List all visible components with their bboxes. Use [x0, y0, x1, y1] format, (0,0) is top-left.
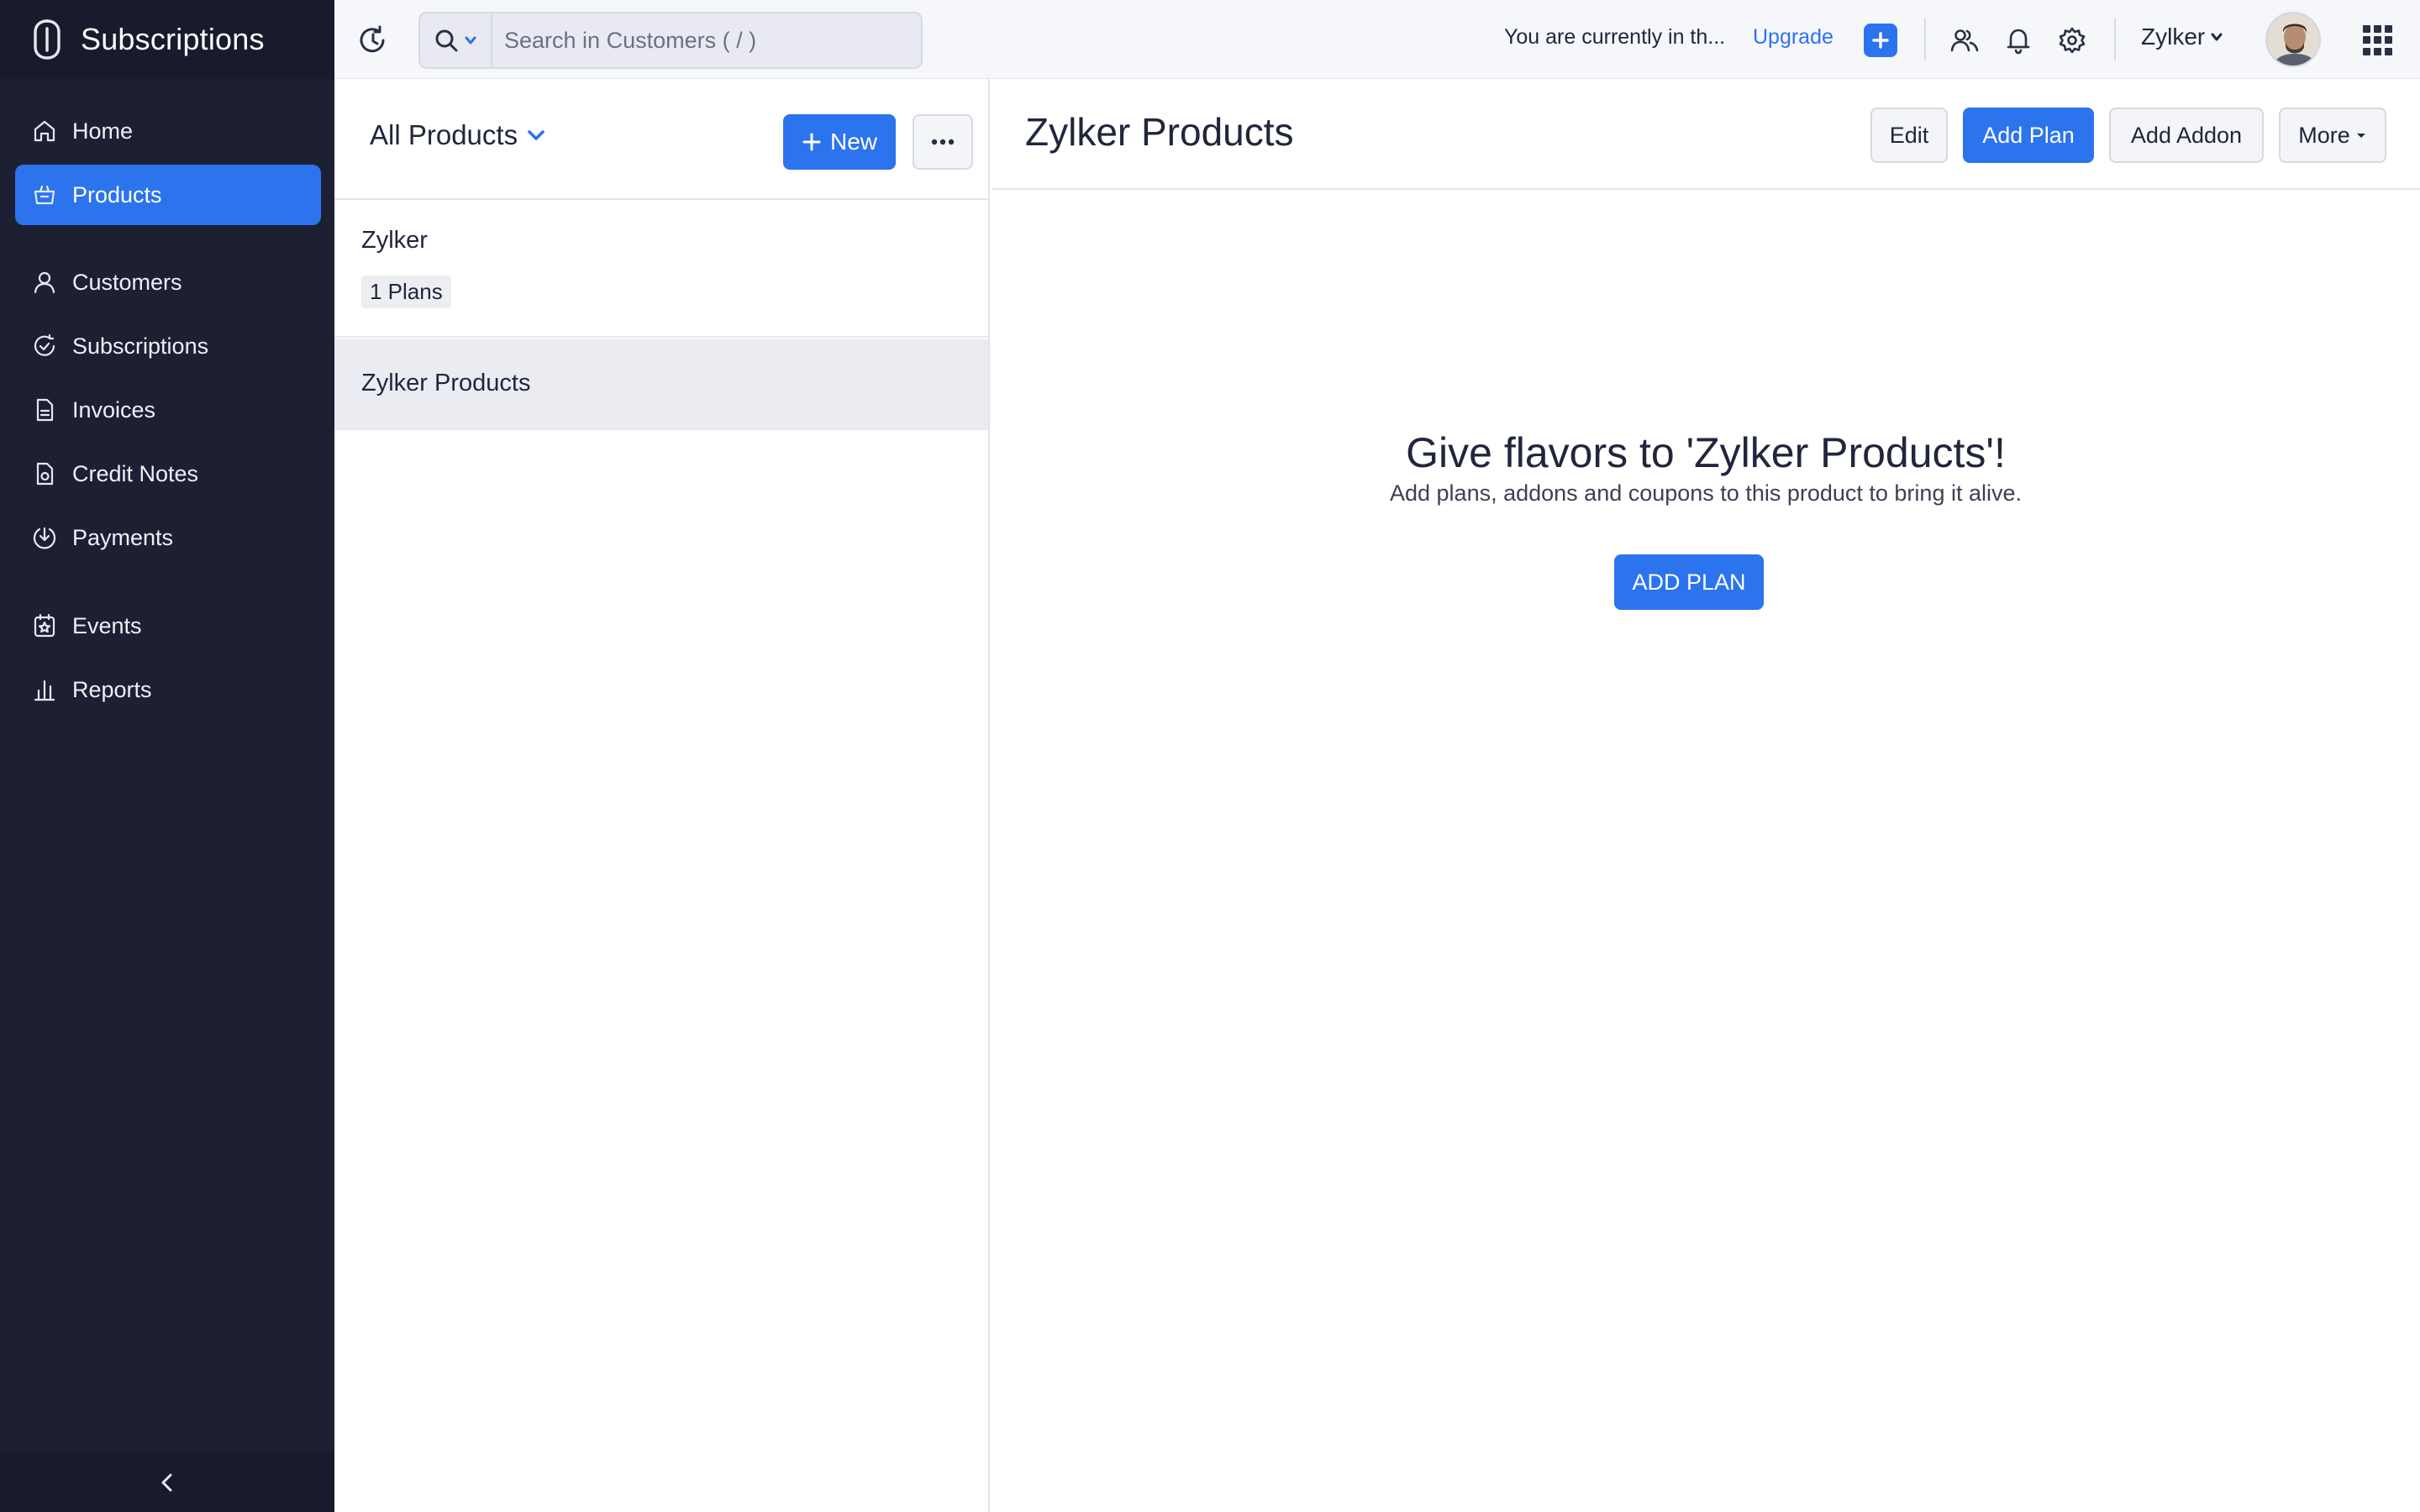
search-icon: [435, 29, 458, 52]
subscription-cycle-icon: [30, 332, 59, 360]
product-name: Zylker Products: [361, 370, 531, 396]
plus-icon: [802, 133, 821, 151]
sidebar-item-label: Events: [72, 612, 142, 638]
sidebar-item-label: Reports: [72, 676, 152, 702]
upgrade-link[interactable]: Upgrade: [1753, 25, 1833, 50]
caret-down-icon: [2356, 134, 2365, 138]
subscriptions-logo-icon: [34, 19, 60, 60]
sidebar-item-label: Subscriptions: [72, 333, 209, 359]
sidebar-collapse-button[interactable]: [0, 1453, 334, 1512]
add-addon-button-label: Add Addon: [2130, 122, 2243, 148]
trial-status-text: You are currently in th...: [1504, 25, 1726, 49]
product-name: Zylker: [361, 227, 428, 254]
detail-header: Zylker Products Edit Add Plan Add Addon …: [992, 79, 2420, 190]
brand[interactable]: Subscriptions: [0, 0, 334, 79]
add-addon-button[interactable]: Add Addon: [2109, 108, 2264, 163]
sidebar-item-label: Customers: [72, 269, 182, 295]
payment-download-icon: [30, 523, 59, 552]
notifications-button[interactable]: [2002, 24, 2035, 57]
new-product-button[interactable]: New: [783, 114, 896, 170]
avatar[interactable]: [2265, 12, 2321, 67]
grid-dot: [2363, 36, 2370, 45]
plans-count-badge: 1 Plans: [361, 276, 451, 308]
gear-icon: [2059, 27, 2086, 54]
chevron-left-icon: [161, 1473, 172, 1492]
user-icon: [30, 268, 59, 297]
search-scope-dropdown[interactable]: [420, 13, 492, 67]
empty-state-subtitle: Add plans, addons and coupons to this pr…: [1390, 480, 2022, 506]
more-menu-button[interactable]: More: [2279, 108, 2386, 163]
chevron-down-icon: [2211, 33, 2223, 41]
app-name: Subscriptions: [81, 22, 265, 56]
settings-button[interactable]: [2055, 24, 2089, 57]
view-selector[interactable]: All Products: [370, 119, 546, 151]
search-input[interactable]: [492, 13, 921, 67]
sidebar-item-label: Credit Notes: [72, 460, 199, 486]
list-header: All Products New: [334, 79, 990, 200]
products-list-pane: All Products New Zylker 1 Plans Zylker P…: [334, 79, 990, 1512]
chevron-down-icon: [528, 130, 544, 140]
empty-state-cta-label: ADD PLAN: [1632, 569, 1746, 595]
sidebar-item-home[interactable]: Home: [15, 101, 321, 161]
list-item[interactable]: Zylker Products: [334, 339, 988, 430]
chevron-down-icon: [465, 36, 476, 45]
edit-button-label: Edit: [1889, 122, 1929, 148]
sidebar-item-label: Home: [72, 118, 134, 144]
divider: [1924, 18, 1926, 60]
home-icon: [30, 117, 59, 145]
grid-dot: [2385, 25, 2392, 33]
plus-icon: [1872, 32, 1889, 49]
view-title: All Products: [370, 119, 518, 150]
recent-history-button[interactable]: [356, 24, 390, 57]
top-bar: You are currently in th... Upgrade Zylke…: [334, 0, 2420, 79]
sidebar-item-invoices[interactable]: Invoices: [15, 380, 321, 440]
sidebar-item-label: Products: [72, 181, 162, 207]
grid-dot: [2363, 25, 2370, 33]
add-plan-button-label: Add Plan: [1982, 122, 2075, 148]
basket-icon: [30, 181, 59, 209]
events-calendar-icon: [30, 612, 59, 640]
sidebar-item-customers[interactable]: Customers: [15, 252, 321, 312]
empty-state-add-plan-button[interactable]: ADD PLAN: [1614, 554, 1764, 610]
search-bar: [418, 12, 923, 69]
document-icon: [30, 396, 59, 424]
list-item[interactable]: Zylker 1 Plans: [334, 200, 988, 338]
sidebar-item-subscriptions[interactable]: Subscriptions: [15, 316, 321, 376]
grid-dot: [2374, 47, 2381, 55]
divider: [2114, 18, 2116, 60]
empty-state-title: Give flavors to 'Zylker Products'!: [1406, 429, 2006, 476]
grid-dot: [2385, 47, 2392, 55]
sidebar-item-products[interactable]: Products: [15, 165, 321, 225]
grid-dot: [2363, 47, 2370, 55]
sidebar-item-label: Invoices: [72, 396, 156, 423]
organization-switcher[interactable]: Zylker: [2141, 24, 2223, 50]
grid-dot: [2385, 36, 2392, 45]
sidebar-item-events[interactable]: Events: [15, 596, 321, 656]
edit-button[interactable]: Edit: [1870, 108, 1948, 163]
more-button-label: More: [2298, 122, 2350, 148]
users-icon: [1950, 29, 1979, 52]
user-avatar-icon: [2267, 13, 2319, 66]
grid-dot: [2374, 36, 2381, 45]
page-title: Zylker Products: [1025, 110, 1294, 154]
quick-create-button[interactable]: [1864, 24, 1897, 57]
sidebar-item-reports[interactable]: Reports: [15, 659, 321, 720]
list-more-options-button[interactable]: [913, 114, 973, 170]
refer-users-button[interactable]: [1948, 24, 1981, 57]
new-button-label: New: [829, 129, 877, 155]
organization-name: Zylker: [2141, 24, 2206, 50]
grid-dot: [2374, 25, 2381, 33]
history-icon: [360, 25, 385, 53]
bar-chart-icon: [30, 675, 59, 704]
product-detail-pane: Zylker Products Edit Add Plan Add Addon …: [992, 79, 2420, 1512]
apps-grid-button[interactable]: [2363, 25, 2393, 55]
ellipsis-icon: [931, 139, 955, 145]
credit-note-icon: [30, 459, 59, 488]
sidebar-item-label: Payments: [72, 524, 174, 550]
sidebar-item-credit-notes[interactable]: Credit Notes: [15, 444, 321, 504]
sidebar-item-payments[interactable]: Payments: [15, 507, 321, 568]
sidebar: Subscriptions Home Products Customers Su…: [0, 0, 334, 1512]
bell-icon: [2007, 29, 2030, 55]
add-plan-button[interactable]: Add Plan: [1963, 108, 2094, 163]
